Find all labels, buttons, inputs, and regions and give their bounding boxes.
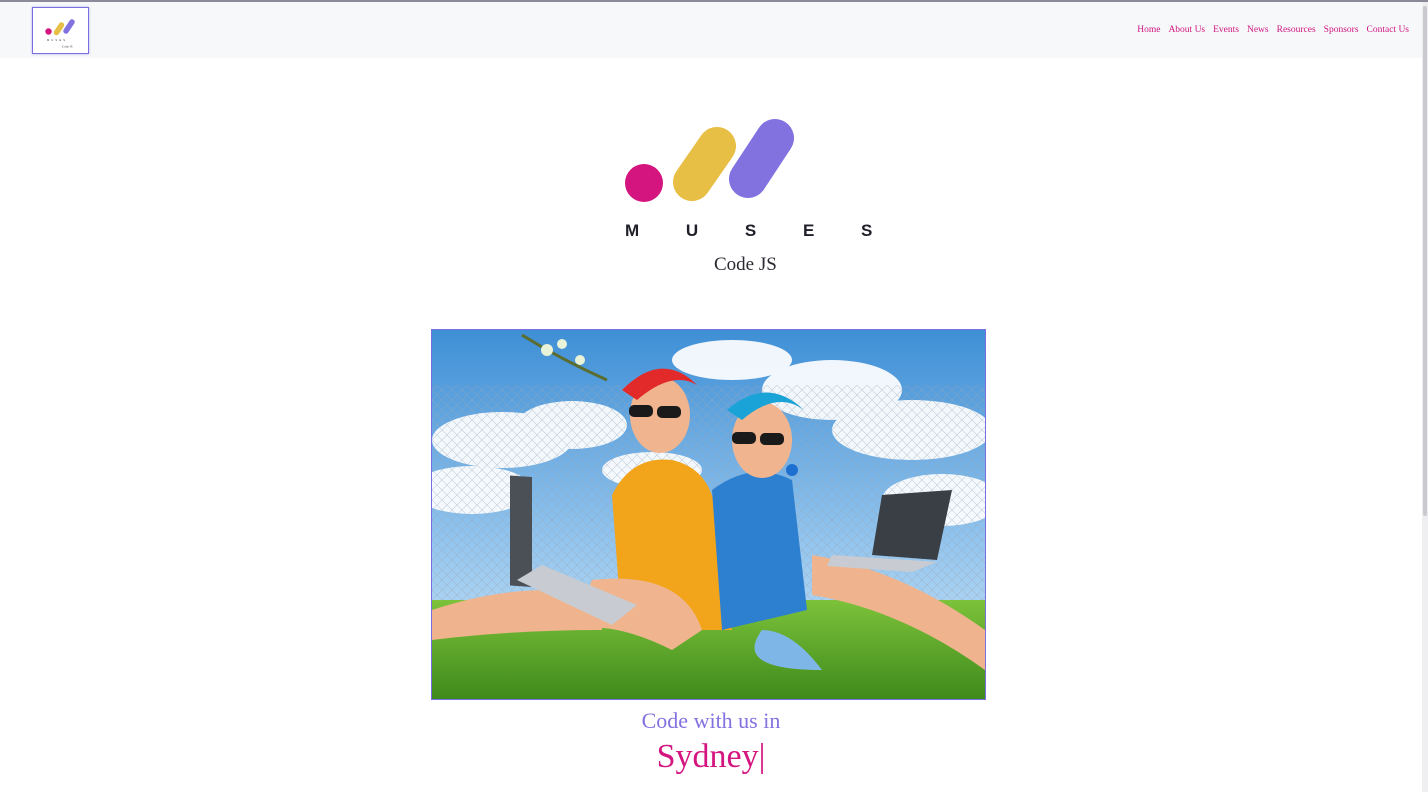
typing-cursor: | <box>758 738 766 775</box>
navbar: MUSES Code JS Home About Us Events News … <box>0 2 1422 58</box>
nav-link-home[interactable]: Home <box>1137 25 1160 35</box>
page: MUSES Code JS Home About Us Events News … <box>0 0 1428 792</box>
nav-links: Home About Us Events News Resources Spon… <box>1137 25 1409 35</box>
nav-link-news[interactable]: News <box>1247 25 1269 35</box>
nav-link-events[interactable]: Events <box>1213 25 1239 35</box>
tagline-city: Sydney| <box>0 738 1422 776</box>
two-women-with-laptops-image <box>432 330 985 699</box>
nav-link-sponsors[interactable]: Sponsors <box>1324 25 1359 35</box>
nav-logo-link[interactable]: MUSES Code JS <box>32 7 89 54</box>
svg-text:Code JS: Code JS <box>62 45 73 49</box>
hero-wordmark: M U S E S <box>625 221 894 240</box>
svg-text:MUSES: MUSES <box>47 38 67 42</box>
tagline-city-name: Sydney <box>656 738 759 775</box>
tagline-prefix: Code with us in <box>641 708 781 733</box>
nav-link-resources[interactable]: Resources <box>1277 25 1316 35</box>
hero-subtitle: Code JS <box>714 254 777 275</box>
hero-photo <box>431 329 986 700</box>
nav-link-contact-us[interactable]: Contact Us <box>1367 25 1409 35</box>
muses-logo-icon: MUSES Code JS <box>45 19 75 49</box>
nav-link-about-us[interactable]: About Us <box>1168 25 1205 35</box>
page-scrollbar[interactable] <box>1422 2 1428 792</box>
scrollbar-thumb[interactable] <box>1423 6 1427 516</box>
